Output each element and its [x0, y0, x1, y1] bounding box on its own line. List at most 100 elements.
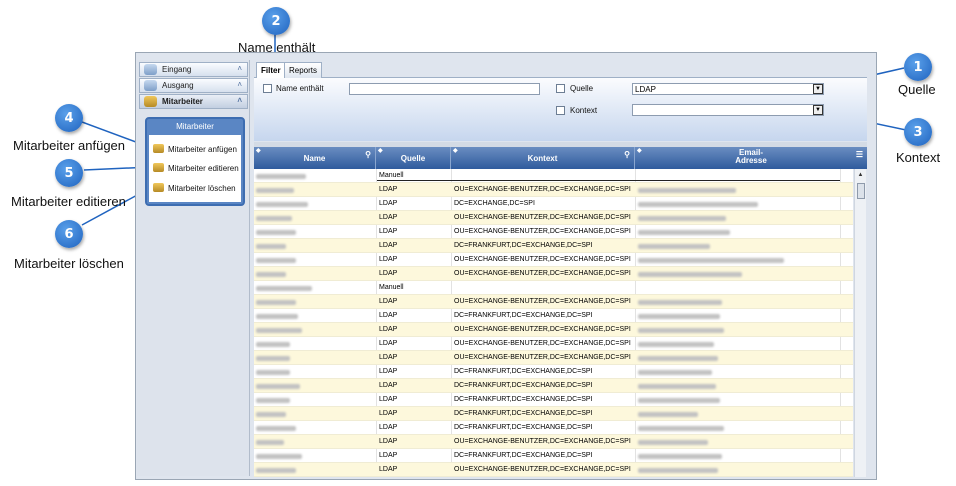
tab-bar: Filter Reports — [254, 61, 867, 79]
sidebar-item-ausgang[interactable]: Ausgang ˄ — [139, 78, 248, 93]
table-row[interactable]: LDAP OU=EXCHANGE-BENUTZER,DC=EXCHANGE,DC=… — [254, 323, 853, 337]
cell-name — [254, 365, 376, 379]
quelle-select-value: LDAP — [635, 85, 656, 94]
redacted-email — [638, 342, 714, 347]
redacted-email — [638, 258, 784, 263]
sidebar-item-eingang[interactable]: Eingang ˄ — [139, 62, 248, 77]
cell-quelle: LDAP — [379, 214, 398, 221]
scrollbar-thumb[interactable] — [857, 183, 865, 199]
redacted-name — [256, 202, 308, 207]
column-header-name[interactable]: ◆ Name ⚲ — [254, 147, 376, 169]
table-row[interactable]: LDAP DC=FRANKFURT,DC=EXCHANGE,DC=SPI — [254, 379, 853, 393]
table-row[interactable]: LDAP OU=EXCHANGE-BENUTZER,DC=EXCHANGE,DC=… — [254, 463, 853, 477]
redacted-name — [256, 370, 290, 375]
cell-email — [636, 463, 840, 477]
table-row[interactable]: LDAP OU=EXCHANGE-BENUTZER,DC=EXCHANGE,DC=… — [254, 253, 853, 267]
cell-name — [254, 253, 376, 267]
column-chooser-icon[interactable]: ☰ — [856, 150, 863, 159]
cell-kontext: OU=EXCHANGE-BENUTZER,DC=EXCHANGE,DC=SPI — [454, 256, 631, 263]
callout-badge-2: 2 — [262, 7, 290, 35]
column-header-quelle[interactable]: ◆ Quelle — [376, 147, 451, 169]
table-row[interactable]: LDAP OU=EXCHANGE-BENUTZER,DC=EXCHANGE,DC=… — [254, 183, 853, 197]
cell-quelle: LDAP — [379, 312, 398, 319]
cell-email — [636, 379, 840, 393]
column-header-email[interactable]: ◆ Email- Adresse ☰ — [635, 147, 867, 169]
table-row[interactable]: LDAP DC=FRANKFURT,DC=EXCHANGE,DC=SPI — [254, 449, 853, 463]
cell-name — [254, 449, 376, 463]
cell-kontext: DC=FRANKFURT,DC=EXCHANGE,DC=SPI — [454, 368, 593, 375]
table-row[interactable]: LDAP DC=FRANKFURT,DC=EXCHANGE,DC=SPI — [254, 393, 853, 407]
cell-email — [636, 323, 840, 337]
table-row[interactable]: LDAP DC=FRANKFURT,DC=EXCHANGE,DC=SPI — [254, 309, 853, 323]
table-row[interactable]: LDAP OU=EXCHANGE-BENUTZER,DC=EXCHANGE,DC=… — [254, 337, 853, 351]
cell-quelle: LDAP — [379, 186, 398, 193]
redacted-name — [256, 384, 300, 389]
cell-name — [254, 183, 376, 197]
table-row[interactable]: LDAP OU=EXCHANGE-BENUTZER,DC=EXCHANGE,DC=… — [254, 267, 853, 281]
dropdown-arrow-icon[interactable]: ▼ — [813, 105, 823, 115]
tab-filter[interactable]: Filter — [256, 62, 286, 79]
table-row[interactable]: LDAP OU=EXCHANGE-BENUTZER,DC=EXCHANGE,DC=… — [254, 351, 853, 365]
cell-quelle: LDAP — [379, 256, 398, 263]
edit-user-icon — [153, 163, 164, 172]
kontext-select[interactable]: ▼ — [632, 104, 824, 116]
table-row[interactable]: LDAP DC=FRANKFURT,DC=EXCHANGE,DC=SPI — [254, 407, 853, 421]
table-row[interactable]: LDAP OU=EXCHANGE-BENUTZER,DC=EXCHANGE,DC=… — [254, 211, 853, 225]
cell-email — [636, 183, 840, 197]
cell-email — [636, 435, 840, 449]
table-row[interactable]: LDAP OU=EXCHANGE-BENUTZER,DC=EXCHANGE,DC=… — [254, 295, 853, 309]
cell-email — [636, 365, 840, 379]
cell-quelle: LDAP — [379, 466, 398, 473]
kontext-filter-checkbox[interactable] — [556, 106, 565, 115]
cell-email — [636, 351, 840, 365]
quelle-filter-label: Quelle — [570, 84, 594, 93]
callout-badge-5: 5 — [55, 159, 83, 187]
redacted-name — [256, 412, 286, 417]
cell-name — [254, 407, 376, 421]
cell-name — [254, 295, 376, 309]
dropdown-arrow-icon[interactable]: ▼ — [813, 84, 823, 94]
sidebar-item-mitarbeiter[interactable]: Mitarbeiter ˄ — [139, 94, 248, 109]
name-filter-input[interactable] — [349, 83, 540, 95]
scroll-up-icon[interactable]: ▲ — [855, 169, 866, 181]
table-row[interactable]: LDAP OU=EXCHANGE-BENUTZER,DC=EXCHANGE,DC=… — [254, 435, 853, 449]
table-row[interactable]: Manuell — [254, 281, 853, 295]
sidebar-item-label: Ausgang — [162, 81, 194, 90]
vertical-scrollbar[interactable]: ▲ — [854, 169, 866, 477]
cell-name — [254, 435, 376, 449]
name-filter-checkbox[interactable] — [263, 84, 272, 93]
table-row[interactable]: LDAP DC=EXCHANGE,DC=SPI — [254, 197, 853, 211]
cell-kontext: DC=FRANKFURT,DC=EXCHANGE,DC=SPI — [454, 452, 593, 459]
table-row[interactable]: LDAP DC=FRANKFURT,DC=EXCHANGE,DC=SPI — [254, 239, 853, 253]
cell-kontext: DC=FRANKFURT,DC=EXCHANGE,DC=SPI — [454, 424, 593, 431]
callout-label-editieren: Mitarbeiter editieren — [11, 194, 126, 209]
cell-email — [636, 309, 840, 323]
quelle-filter-checkbox[interactable] — [556, 84, 565, 93]
cell-kontext: OU=EXCHANGE-BENUTZER,DC=EXCHANGE,DC=SPI — [454, 466, 631, 473]
outbox-icon — [144, 80, 157, 91]
table-row[interactable]: LDAP DC=FRANKFURT,DC=EXCHANGE,DC=SPI — [254, 421, 853, 435]
table-row[interactable]: LDAP OU=EXCHANGE-BENUTZER,DC=EXCHANGE,DC=… — [254, 225, 853, 239]
action-label: Mitarbeiter editieren — [168, 164, 239, 173]
table-row[interactable]: LDAP DC=FRANKFURT,DC=EXCHANGE,DC=SPI — [254, 365, 853, 379]
cell-kontext — [452, 281, 635, 295]
add-employee-button[interactable]: Mitarbeiter anfügen — [153, 144, 237, 154]
tab-reports[interactable]: Reports — [284, 62, 323, 78]
redacted-name — [256, 258, 296, 263]
filter-icon[interactable]: ⚲ — [365, 150, 371, 159]
cell-quelle: LDAP — [379, 340, 398, 347]
filter-icon[interactable]: ⚲ — [624, 150, 630, 159]
cell-email — [636, 197, 840, 211]
quelle-select[interactable]: LDAP ▼ — [632, 83, 824, 95]
callout-badge-1: 1 — [904, 53, 932, 81]
column-header-kontext[interactable]: ◆ Kontext ⚲ — [451, 147, 635, 169]
cell-kontext: OU=EXCHANGE-BENUTZER,DC=EXCHANGE,DC=SPI — [454, 340, 631, 347]
delete-employee-button[interactable]: Mitarbeiter löschen — [153, 183, 236, 193]
cell-name — [254, 393, 376, 407]
cell-name — [254, 309, 376, 323]
edit-employee-button[interactable]: Mitarbeiter editieren — [153, 163, 239, 173]
redacted-name — [256, 216, 292, 221]
filter-panel: Name enthält Quelle LDAP ▼ Kontext ▼ — [254, 78, 867, 141]
cell-email — [636, 295, 840, 309]
cell-quelle: LDAP — [379, 354, 398, 361]
